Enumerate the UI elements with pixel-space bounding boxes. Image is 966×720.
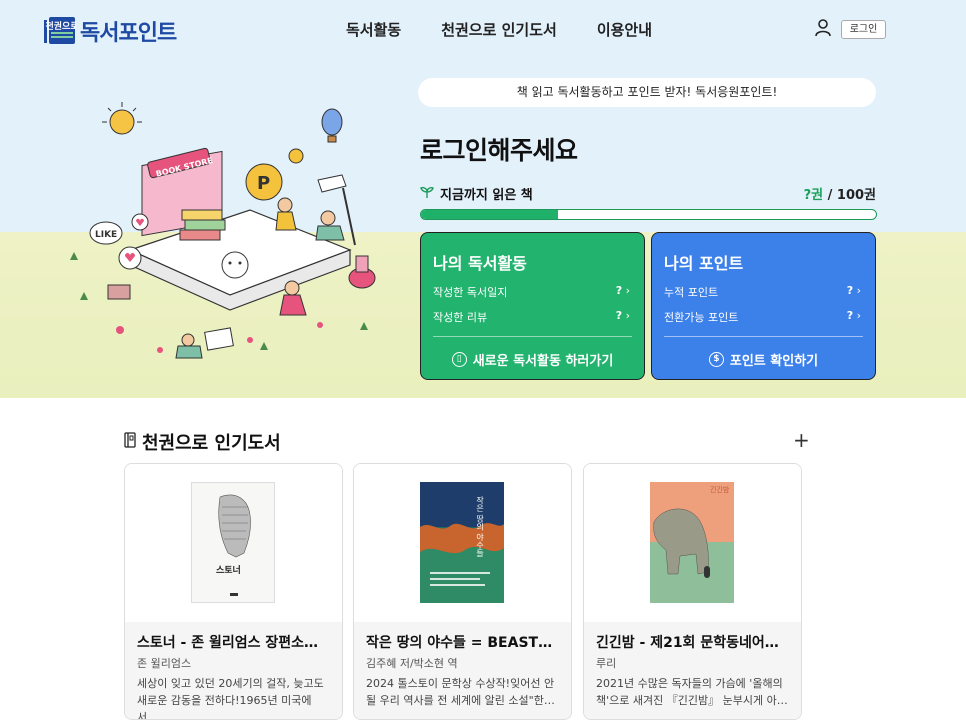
nav-item-guide[interactable]: 이용안내 (597, 19, 652, 40)
book-description: 2021년 수많은 독자들의 가슴에 '올해의 책'으로 새겨진 『긴긴밤』 눈… (596, 677, 788, 707)
chevron-right-icon: › (625, 284, 630, 297)
popular-books-title: 천권으로 인기도서 (142, 433, 281, 454)
row-value-wrap: ? › (616, 309, 630, 325)
row-value: ? (615, 309, 623, 322)
illus-point-coin-text: P (257, 173, 270, 194)
row-label: 작성한 리뷰 (433, 311, 488, 324)
action-label: 새로운 독서활동 하러가기 (472, 354, 614, 369)
chevron-right-icon: › (625, 309, 630, 322)
book-author: 루리 (596, 657, 617, 670)
books-read-label-wrap: 지금까지 읽은 책 (420, 184, 533, 203)
book-cover-area: 긴긴밤 (584, 464, 801, 622)
book-icon (124, 431, 136, 453)
cover-title-text: 작은 땅의 야수들 (475, 495, 484, 557)
logo-small-text: 천권으로 (45, 20, 76, 32)
row-value: ? (615, 284, 623, 297)
user-icon[interactable] (815, 19, 831, 37)
reading-card-row-review[interactable]: 작성한 리뷰 ? › (433, 309, 630, 325)
nav-item-reading-activity[interactable]: 독서활동 (346, 19, 401, 40)
book-cover-area: 작은 땅의 야수들 (354, 464, 571, 622)
hero-section: 천권으로 독서포인트 독서활동 천권으로 인기도서 이용안내 로그인 BOOK … (0, 0, 966, 398)
site-header: 천권으로 독서포인트 독서활동 천권으로 인기도서 이용안내 로그인 (0, 0, 966, 60)
row-value: ? (846, 309, 854, 322)
book-card[interactable]: 긴긴밤 긴긴밤 - 제21회 문학동네어… 루리 2021년 수많은 독자들의 … (583, 463, 802, 720)
book-title[interactable]: 긴긴밤 - 제21회 문학동네어… (596, 632, 791, 652)
popular-books-heading: 천권으로 인기도서 (124, 429, 281, 455)
row-label: 작성한 독서일지 (433, 286, 508, 299)
login-button[interactable]: 로그인 (841, 20, 886, 39)
book-card[interactable]: 스토너 스토너 - 존 윌리엄스 장편소… 존 윌리엄스 세상이 잊고 있던 2… (124, 463, 343, 720)
row-value: ? (846, 284, 854, 297)
chevron-right-icon: › (856, 284, 861, 297)
sprout-icon (420, 186, 434, 202)
cover-title-text: 긴긴밤 (710, 485, 730, 494)
book-info: 긴긴밤 - 제21회 문학동네어… 루리 2021년 수많은 독자들의 가슴에 … (584, 622, 801, 719)
book-info: 스토너 - 존 윌리엄스 장편소… 존 윌리엄스 세상이 잊고 있던 20세기의… (125, 622, 342, 720)
points-card-row-accumulated[interactable]: 누적 포인트 ? › (664, 284, 861, 300)
books-read-label: 지금까지 읽은 책 (440, 188, 533, 203)
book-description: 세상이 잊고 있던 20세기의 걸작, 늦고도 새로운 감동을 전하다!1965… (137, 677, 324, 720)
main-nav: 독서활동 천권으로 인기도서 이용안내 (346, 19, 692, 40)
logo-mark-icon: 천권으로 (44, 17, 79, 45)
books-read-count: ?권 / 100권 (804, 184, 876, 203)
dollar-coin-icon: $ (708, 352, 724, 367)
row-label: 누적 포인트 (664, 286, 719, 299)
chevron-right-icon: › (856, 309, 861, 322)
points-card-row-convertible[interactable]: 전환가능 포인트 ? › (664, 309, 861, 325)
book-author: 김주혜 저/박소현 역 (366, 657, 458, 670)
book-open-icon: ▯ (451, 352, 467, 367)
cover-title-text: 스토너 (216, 564, 241, 576)
logo-text: 독서포인트 (80, 21, 177, 46)
book-author: 존 윌리엄스 (137, 657, 192, 670)
my-reading-activity-card: 나의 독서활동 작성한 독서일지 ? › 작성한 리뷰 ? › ▯ 새로운 독서… (420, 232, 645, 380)
row-value-wrap: ? › (616, 284, 630, 300)
nav-item-popular-books[interactable]: 천권으로 인기도서 (441, 19, 557, 40)
hero-illustration: BOOK STORE P LIKE (60, 100, 400, 370)
reading-card-row-journal[interactable]: 작성한 독서일지 ? › (433, 284, 630, 300)
my-points-card: 나의 포인트 누적 포인트 ? › 전환가능 포인트 ? › $ 포인트 확인하… (651, 232, 876, 380)
book-title[interactable]: 작은 땅의 야수들 = BEAST… (366, 632, 561, 652)
books-read-value: ?권 (803, 188, 824, 203)
row-value-wrap: ? › (847, 284, 861, 300)
points-card-title: 나의 포인트 (664, 254, 744, 273)
book-description: 2024 톨스토이 문학상 수상작!잊어선 안 될 우리 역사를 전 세계에 알… (366, 677, 555, 707)
book-info: 작은 땅의 야수들 = BEAST… 김주혜 저/박소현 역 2024 톨스토이… (354, 622, 571, 719)
row-value-wrap: ? › (847, 309, 861, 325)
book-card[interactable]: 작은 땅의 야수들 작은 땅의 야수들 = BEAST… 김주혜 저/박소현 역… (353, 463, 572, 720)
book-cover-image: 긴긴밤 (650, 482, 734, 603)
reading-card-title: 나의 독서활동 (433, 254, 527, 273)
new-reading-activity-button[interactable]: ▯ 새로운 독서활동 하러가기 (421, 350, 644, 369)
book-cover-image: 스토너 (191, 482, 275, 603)
reading-progress-fill (421, 210, 558, 219)
promo-banner: 책 읽고 독서활동하고 포인트 받자! 독서응원포인트! (418, 78, 876, 107)
card-divider (664, 336, 863, 337)
book-cover-image: 작은 땅의 야수들 (420, 482, 504, 603)
more-plus-icon[interactable]: + (793, 428, 810, 452)
row-label: 전환가능 포인트 (664, 311, 739, 324)
reading-progress-bar (420, 209, 877, 220)
check-points-button[interactable]: $ 포인트 확인하기 (652, 350, 875, 369)
book-title[interactable]: 스토너 - 존 윌리엄스 장편소… (137, 632, 332, 652)
illus-like-text: LIKE (95, 230, 117, 240)
book-cover-area: 스토너 (125, 464, 342, 622)
action-label: 포인트 확인하기 (729, 354, 819, 369)
books-read-total: / 100권 (823, 188, 876, 203)
login-prompt-title[interactable]: 로그인해주세요 (420, 131, 578, 167)
site-logo[interactable]: 천권으로 독서포인트 (44, 15, 177, 47)
card-divider (433, 336, 632, 337)
